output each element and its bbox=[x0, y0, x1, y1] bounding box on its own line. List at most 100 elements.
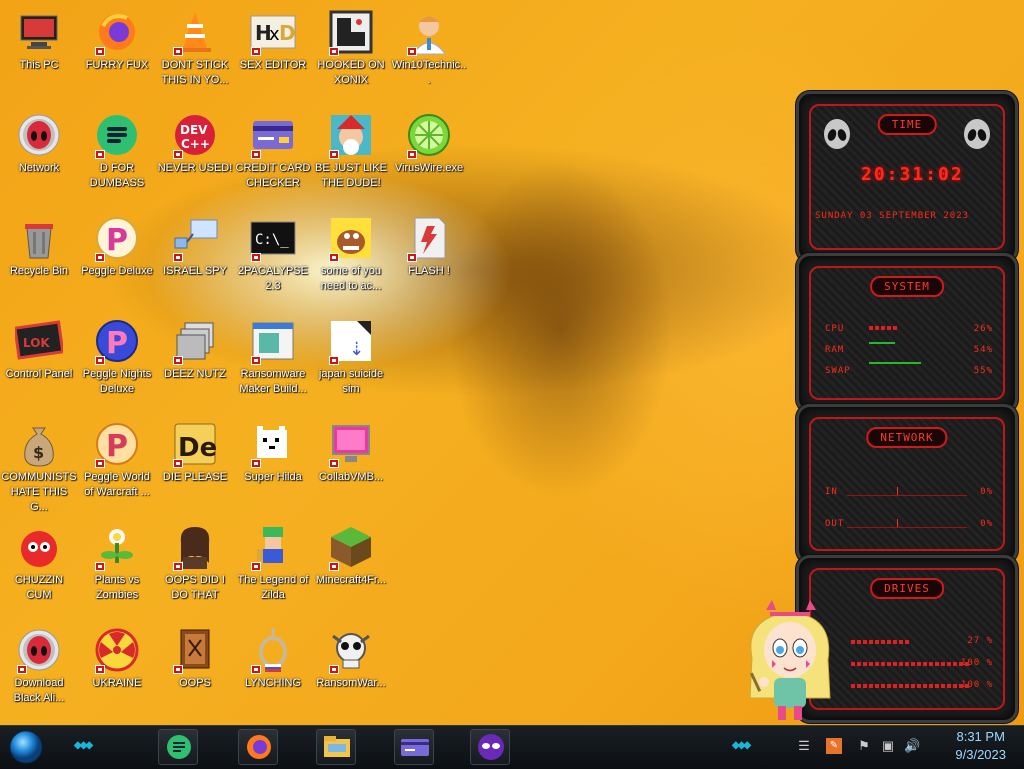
desktop-icon-label: Plants vs Zombies bbox=[94, 574, 140, 601]
desktop-icon-label: Recycle Bin bbox=[9, 265, 69, 277]
svg-text:D: D bbox=[279, 21, 296, 45]
time-widget: TIME 20:31:02 SUNDAY 03 SEPTEMBER 2023 bbox=[796, 91, 1018, 263]
peggle-wow-icon: P bbox=[93, 420, 141, 468]
desktop-icon-flash[interactable]: FLASH ! bbox=[390, 210, 468, 310]
swap-bar bbox=[869, 362, 921, 364]
shortcut-badge-icon bbox=[17, 665, 27, 674]
desktop-icon-sex-editor[interactable]: Hx D SEX EDITOR bbox=[234, 4, 312, 104]
desktop-icon-ransomwar[interactable]: RansomWar... bbox=[312, 622, 390, 722]
taskbar-credit-card[interactable] bbox=[394, 729, 434, 765]
terminal-icon: C:\_ bbox=[249, 214, 297, 262]
ram-bar bbox=[869, 342, 895, 344]
menu-lines-icon[interactable]: ☰ bbox=[796, 738, 812, 754]
desktop-icon-win10technic[interactable]: Win10Technic... bbox=[390, 4, 468, 104]
vlc-cone-icon bbox=[171, 8, 219, 56]
taskbar-discord[interactable] bbox=[158, 729, 198, 765]
desktop-icon-collabvmb[interactable]: CollabVMB... bbox=[312, 416, 390, 516]
desktop-icon-label: CREDIT CARD CHECKER bbox=[235, 162, 311, 189]
desktop-icon-credit-card-checker[interactable]: CREDIT CARD CHECKER bbox=[234, 107, 312, 207]
pixel-cat-icon bbox=[249, 420, 297, 468]
desktop-icon-plants-vs-zombies[interactable]: Plants vs Zombies bbox=[78, 519, 156, 619]
desktop-icon-label: OOPS DID I DO THAT bbox=[165, 574, 225, 601]
desktop-icon-dont-stick-this-in-yo[interactable]: DONT STICK THIS IN YO... bbox=[156, 4, 234, 104]
taskbar-clock[interactable]: 8:31 PM 9/3/2023 bbox=[955, 728, 1006, 764]
desktop-icon-label: UKRAINE bbox=[92, 677, 142, 689]
desktop-icon-super-hilda[interactable]: Super Hilda bbox=[234, 416, 312, 516]
alien-network-icon bbox=[15, 111, 63, 159]
desktop-icon-label: OOPS bbox=[179, 677, 211, 689]
volume-icon[interactable]: 🔊 bbox=[904, 738, 920, 754]
plants-zombies-icon bbox=[93, 523, 141, 571]
shortcut-badge-icon bbox=[251, 253, 261, 262]
desktop-icon-be-just-like-the-dude[interactable]: BE JUST LIKE THE DUDE! bbox=[312, 107, 390, 207]
desktop-icon-this-pc[interactable]: This PC bbox=[0, 4, 78, 104]
desktop-icon-ransomware-maker-build[interactable]: Ransomware Maker Build... bbox=[234, 313, 312, 413]
shortcut-badge-icon bbox=[173, 562, 183, 571]
shortcut-badge-icon bbox=[173, 47, 183, 56]
monitor-app-icon bbox=[327, 420, 375, 468]
desktop-icon-d-for-dumbass[interactable]: D FOR DUMBASS bbox=[78, 107, 156, 207]
desktop-icon-minecraft4fr[interactable]: Minecraft4Fr... bbox=[312, 519, 390, 619]
desktop-icon-label: Super Hilda bbox=[244, 471, 302, 483]
desktop-icon-peggle-nights-deluxe[interactable]: P Peggle Nights Deluxe bbox=[78, 313, 156, 413]
radiation-icon bbox=[93, 626, 141, 674]
desktop-icon-oops-did-i-do-that[interactable]: OOPS DID I DO THAT bbox=[156, 519, 234, 619]
net-in-value: 0% bbox=[980, 487, 993, 497]
desktop-icon-deez-nutz[interactable]: DEEZ NUTZ bbox=[156, 313, 234, 413]
desktop-icon-viruswire-exe[interactable]: VirusWire.exe bbox=[390, 107, 468, 207]
net-out-spike bbox=[897, 519, 898, 527]
desktop-icon-label: DONT STICK THIS IN YO... bbox=[161, 59, 229, 86]
desktop-icon-2pacalypse-2-3[interactable]: C:\_ 2PACALYPSE 2.3 bbox=[234, 210, 312, 310]
desktop-icon-oops[interactable]: OOPS bbox=[156, 622, 234, 722]
desktop-icon-never-used[interactable]: DEV C++ NEVER USED! bbox=[156, 107, 234, 207]
cartoon-girl-mascot[interactable] bbox=[744, 598, 836, 722]
alien-head-icon bbox=[961, 118, 993, 150]
desktop-icon-the-legend-of-zilda[interactable]: The Legend of Zilda bbox=[234, 519, 312, 619]
tray-app-icon[interactable]: ✎ bbox=[826, 738, 842, 754]
shortcut-badge-icon bbox=[329, 562, 339, 571]
desktop-icon-label: This PC bbox=[19, 59, 59, 71]
desktop-icon-peggle-world-of-warcraft[interactable]: P Peggle World of Warcraft ... bbox=[78, 416, 156, 516]
shortcut-badge-icon bbox=[95, 150, 105, 159]
shortcut-badge-icon bbox=[95, 253, 105, 262]
flag-icon[interactable]: ⚑ bbox=[856, 738, 872, 754]
shortcut-badge-icon bbox=[173, 665, 183, 674]
desktop-icon-japan-suicide-sim[interactable]: ⇣ japan suicide sim bbox=[312, 313, 390, 413]
start-button[interactable] bbox=[6, 730, 46, 764]
shortcut-badge-icon bbox=[173, 253, 183, 262]
desktop-icon-hooked-on-xonix[interactable]: HOOKED ON XONIX bbox=[312, 4, 390, 104]
desktop-icon-die-please[interactable]: De DIE PLEASE bbox=[156, 416, 234, 516]
net-in-label: IN bbox=[825, 487, 838, 497]
desktop-icon-network[interactable]: Network bbox=[0, 107, 78, 207]
desktop-icon-israel-spy[interactable]: ISRAEL SPY bbox=[156, 210, 234, 310]
desktop-icon-control-panel[interactable]: LOK Control Panel bbox=[0, 313, 78, 413]
desktop-icon-chuzzin-cum[interactable]: CHUZZIN CUM bbox=[0, 519, 78, 619]
desktop-icon-furry-fux[interactable]: FURRY FUX bbox=[78, 4, 156, 104]
money-bag-icon: $ bbox=[15, 420, 63, 468]
desktop-icon-download-black-ali[interactable]: Download Black Ali... bbox=[0, 622, 78, 722]
desktop-icon-label: D FOR DUMBASS bbox=[89, 162, 145, 189]
network-status-icon[interactable]: ▣ bbox=[880, 738, 896, 754]
mask-app-icon bbox=[478, 734, 504, 760]
svg-text:LOK: LOK bbox=[23, 336, 50, 350]
shortcut-badge-icon bbox=[251, 665, 261, 674]
desktop-icon-lynching[interactable]: LYNCHING bbox=[234, 622, 312, 722]
desktop-icon-some-of-you-need-to-ac[interactable]: some of you need to ac... bbox=[312, 210, 390, 310]
desktop-icon-recycle-bin[interactable]: Recycle Bin bbox=[0, 210, 78, 310]
digital-clock: 20:31:02 bbox=[861, 164, 964, 185]
desktop-icon-ukraine[interactable]: UKRAINE bbox=[78, 622, 156, 722]
desktop-icon-label: Ransomware Maker Build... bbox=[239, 368, 307, 395]
ram-value: 54% bbox=[973, 345, 993, 355]
taskbar-explorer[interactable] bbox=[316, 729, 356, 765]
shortcut-badge-icon bbox=[251, 562, 261, 571]
pixel-hero-icon bbox=[249, 523, 297, 571]
desktop-icon-label: Peggle World of Warcraft ... bbox=[84, 471, 150, 498]
desktop-icon-peggle-deluxe[interactable]: P Peggle Deluxe bbox=[78, 210, 156, 310]
shortcut-badge-icon bbox=[329, 356, 339, 365]
start-orb-icon bbox=[9, 730, 43, 764]
shortcut-badge-icon bbox=[251, 459, 261, 468]
desktop-icon-label: CollabVMB... bbox=[318, 471, 384, 483]
taskbar-firefox[interactable] bbox=[238, 729, 278, 765]
taskbar-mask-app[interactable] bbox=[470, 729, 510, 765]
desktop-icon-communists-hate-this-g[interactable]: $ COMMUNISTS HATE THIS G... bbox=[0, 416, 78, 516]
